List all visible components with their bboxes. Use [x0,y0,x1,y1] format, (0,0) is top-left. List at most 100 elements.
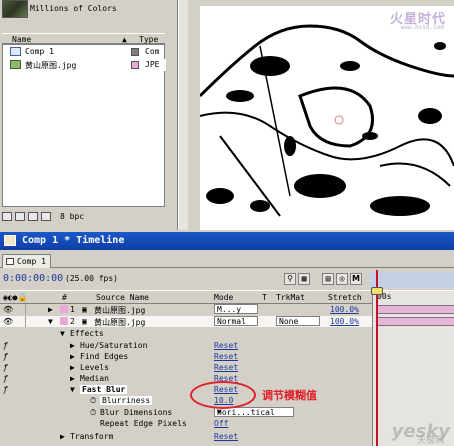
effect-row[interactable]: ƒ ▶ Hue/Saturation Reset [0,340,372,351]
effect-name: Find Edges [80,352,129,361]
property-row[interactable]: Repeat Edge Pixels Off [0,418,372,429]
image-icon [10,60,21,69]
expand-arrow-icon[interactable]: ▶ [70,363,75,372]
reset-button[interactable]: Reset [214,363,238,372]
effect-name: Levels [80,363,109,372]
project-list-header: Name ▲ Type [2,33,165,44]
expand-arrow-icon[interactable]: ▶ [70,352,75,361]
new-comp-icon[interactable] [28,212,38,221]
layer-duration-bar[interactable] [377,317,454,326]
project-panel: Millions of Colors Name ▲ Type Comp 1 Co… [0,0,178,230]
fx-switch-icon[interactable]: ƒ [3,341,8,350]
expand-arrow-icon[interactable]: ▶ [70,341,75,350]
transform-label: Transform [70,432,114,441]
new-folder-icon[interactable] [15,212,25,221]
image-icon: ▣ [82,305,87,314]
composition-icon [10,47,21,56]
effect-name: Hue/Saturation [80,341,148,350]
col-name[interactable]: Name [12,35,31,44]
stretch-value[interactable]: 100.0% [330,317,359,326]
layer-name[interactable]: 黄山原图.jpg [94,317,145,328]
property-name: Blurriness [100,396,153,405]
expand-arrow-icon[interactable]: ▼ [60,329,65,338]
stretch-value[interactable]: 100.0% [330,305,359,314]
eye-icon[interactable]: 👁 [0,304,26,315]
expand-arrow-icon[interactable]: ▶ [60,432,65,441]
quality-icon[interactable]: ▦ [298,273,310,285]
fx-switch-icon[interactable]: ƒ [3,352,8,361]
property-row[interactable]: ⏱ Blur Dimensions Hori...tical ▼ [0,407,372,418]
layer-number: 1 [70,305,75,314]
col-source-name[interactable]: Source Name [96,293,149,302]
fx-switch-icon[interactable]: ƒ [3,363,8,372]
project-list: Comp 1 Com 黄山原图.jpg JPE [2,44,166,207]
bit-depth-button[interactable]: 8 bpc [60,212,84,221]
layer-row[interactable]: 👁 ▶ 1 ▣ 黄山原图.jpg M...y 100.0% [0,304,372,315]
property-name: Blur Dimensions [100,408,173,417]
highlight-ellipse [190,381,256,409]
trkmat-dropdown[interactable]: None [276,316,320,326]
fx-switch-icon[interactable]: ƒ [3,385,8,394]
delete-icon[interactable] [41,212,51,221]
repeat-edge-value[interactable]: Off [214,419,228,428]
motion-blur-icon[interactable]: ◎ [336,273,348,285]
project-item-name: Comp 1 [25,47,54,56]
col-stretch: Stretch [328,293,362,302]
footage-thumbnail [2,0,28,18]
project-toolbar: 8 bpc [0,210,178,224]
layer-number: 2 [70,317,75,326]
playhead-handle[interactable] [371,287,383,295]
image-icon: ▣ [82,317,87,326]
mode-dropdown[interactable]: M...y [214,304,258,314]
time-ruler[interactable]: 00s [372,291,454,304]
transform-group[interactable]: ▶ Transform Reset [0,431,372,442]
layer-duration-bar[interactable] [377,305,454,314]
timeline-title: Comp 1 * Timeline [22,235,125,246]
effect-row[interactable]: ƒ ▶ Levels Reset [0,362,372,373]
effect-name: Median [80,374,109,383]
effects-group[interactable]: ▼ Effects [0,328,372,339]
composition-viewer[interactable]: 火星时代 www.hxsd.com [200,6,454,230]
time-navigator[interactable] [370,272,454,288]
color-depth-label: Millions of Colors [30,4,117,13]
effect-row[interactable]: ƒ ▶ Median Reset [0,373,372,384]
project-item-type: JPE [145,60,160,69]
stopwatch-icon[interactable]: ⏱ [90,408,96,418]
project-scrollbar[interactable] [178,0,188,230]
mode-dropdown[interactable]: Normal [214,316,258,326]
effect-row[interactable]: ƒ ▶ Find Edges Reset [0,351,372,362]
project-item-type: Com [145,47,160,56]
project-item-comp[interactable]: Comp 1 Com [3,46,166,58]
yesky-sub: 天极网 [416,436,444,446]
reset-button[interactable]: Reset [214,341,238,350]
current-time-indicator[interactable] [376,270,378,446]
tab-comp-1[interactable]: Comp 1 [2,254,51,268]
col-type[interactable]: Type [139,35,158,44]
expand-arrow-icon[interactable]: ▼ [48,317,53,326]
annotation-text: 调节模糊值 [262,389,317,402]
expand-arrow-icon[interactable]: ▶ [70,374,75,383]
marker-icon[interactable]: M [350,273,362,285]
property-name: Repeat Edge Pixels [100,419,187,428]
timeline-icon [4,235,16,246]
find-icon[interactable] [2,212,12,221]
expand-arrow-icon[interactable]: ▶ [48,305,53,314]
timeline-tab-strip: Comp 1 [0,252,454,268]
eye-icon[interactable]: 👁 [0,316,26,327]
comp-flowchart-icon[interactable]: ⚲ [284,273,296,285]
effect-name: Fast Blur [80,385,128,394]
frame-blend-icon[interactable]: ▤ [322,273,334,285]
layer-row[interactable]: 👁 ▼ 2 ▣ 黄山原图.jpg Normal None 100.0% [0,316,372,327]
col-type-icon: ▲ [122,35,127,44]
expand-arrow-icon[interactable]: ▼ [70,385,75,394]
tab-label: Comp 1 [17,257,46,266]
current-time[interactable]: 0:00:00:00 [3,273,63,284]
reset-button[interactable]: Reset [214,432,238,441]
stopwatch-icon[interactable]: ⏱ [90,396,96,406]
project-item-image[interactable]: 黄山原图.jpg JPE [3,59,166,71]
layer-name[interactable]: 黄山原图.jpg [94,305,145,316]
fx-switch-icon[interactable]: ƒ [3,374,8,383]
reset-button[interactable]: Reset [214,352,238,361]
timeline-title-bar[interactable]: Comp 1 * Timeline [0,232,454,250]
project-item-name: 黄山原图.jpg [25,61,77,70]
